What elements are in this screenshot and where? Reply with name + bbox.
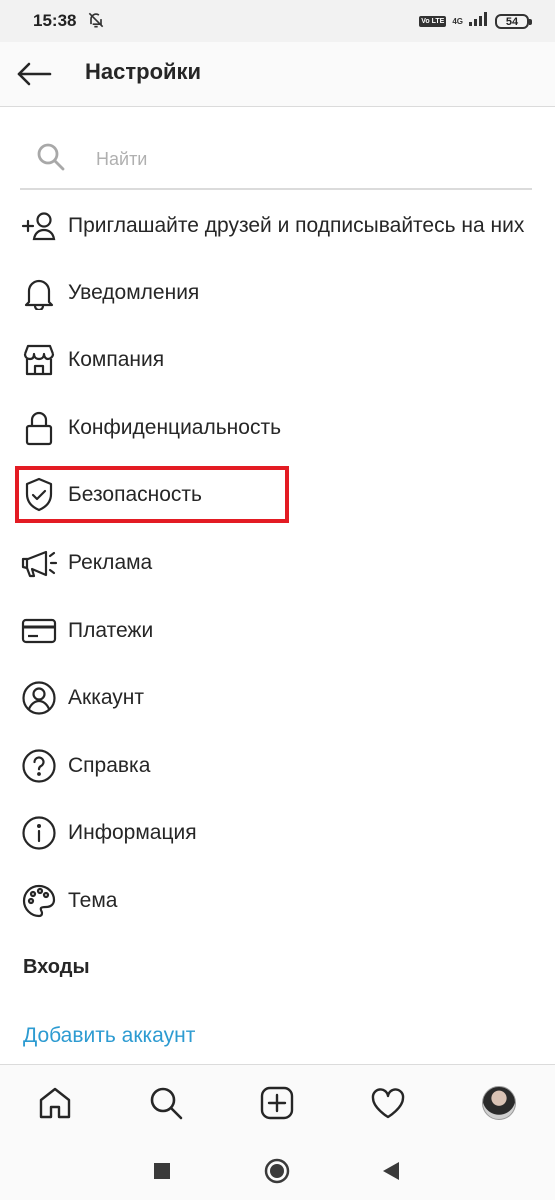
page-title: Настройки [85, 59, 202, 84]
palette-icon [20, 882, 58, 920]
menu-label: Конфиденциальность [68, 416, 282, 439]
battery-indicator: 54 [495, 14, 532, 29]
menu-item-security[interactable]: Безопасность [0, 465, 555, 525]
menu-item-help[interactable]: Справка [0, 736, 555, 796]
add-post-icon[interactable] [257, 1083, 297, 1123]
shop-icon [20, 341, 58, 379]
menu-label: Безопасность [68, 483, 202, 506]
muted-bell-icon [86, 10, 106, 35]
app-header: Настройки [0, 42, 555, 107]
search-icon[interactable] [146, 1083, 186, 1123]
menu-label: Приглашайте друзей и подписывайтесь на н… [68, 214, 525, 237]
menu-label: Уведомления [68, 281, 200, 304]
shield-check-icon [20, 476, 58, 514]
help-icon [20, 747, 58, 785]
system-navigation [0, 1136, 555, 1200]
megaphone-icon [20, 544, 58, 582]
lock-icon [20, 409, 58, 447]
logins-section-title: Входы [23, 956, 90, 978]
menu-label: Информация [68, 821, 197, 844]
search-input[interactable] [94, 144, 518, 174]
card-icon [20, 612, 58, 650]
menu-item-theme[interactable]: Тема [0, 871, 555, 931]
back-button[interactable] [376, 1156, 406, 1186]
signal-icon [469, 12, 489, 31]
menu-item-info[interactable]: Информация [0, 803, 555, 863]
bell-icon [20, 274, 58, 312]
menu-item-payments[interactable]: Платежи [0, 601, 555, 661]
menu-item-business[interactable]: Компания [0, 330, 555, 390]
volte-icon: Vo LTE [419, 16, 447, 27]
add-user-icon [20, 207, 58, 245]
status-time: 15:38 [33, 11, 77, 30]
menu-label: Компания [68, 348, 165, 371]
add-account-link[interactable]: Добавить аккаунт [23, 1024, 195, 1048]
back-arrow-icon[interactable] [14, 54, 54, 94]
menu-item-privacy[interactable]: Конфиденциальность [0, 398, 555, 458]
status-bar: 15:38 Vo LTE 4G 54 [0, 0, 555, 42]
avatar [482, 1086, 516, 1120]
bottom-navigation [0, 1064, 555, 1136]
menu-label: Тема [68, 889, 118, 912]
menu-label: Реклама [68, 551, 153, 574]
menu-label: Аккаунт [68, 686, 145, 709]
home-button[interactable] [262, 1156, 292, 1186]
menu-item-account[interactable]: Аккаунт [0, 668, 555, 728]
profile-avatar[interactable] [479, 1083, 519, 1123]
search-icon [36, 142, 66, 177]
status-indicators: Vo LTE 4G 54 [419, 12, 532, 31]
menu-item-invite-friends[interactable]: Приглашайте друзей и подписывайтесь на н… [0, 195, 555, 257]
menu-item-notifications[interactable]: Уведомления [0, 263, 555, 323]
menu-label: Платежи [68, 619, 154, 642]
menu-label: Справка [68, 754, 151, 777]
info-icon [20, 814, 58, 852]
heart-icon[interactable] [368, 1083, 408, 1123]
home-icon[interactable] [35, 1083, 75, 1123]
menu-item-ads[interactable]: Реклама [0, 533, 555, 593]
recents-button[interactable] [147, 1156, 177, 1186]
account-icon [20, 679, 58, 717]
network-type: 4G [452, 16, 463, 26]
search-bar[interactable] [20, 128, 532, 190]
